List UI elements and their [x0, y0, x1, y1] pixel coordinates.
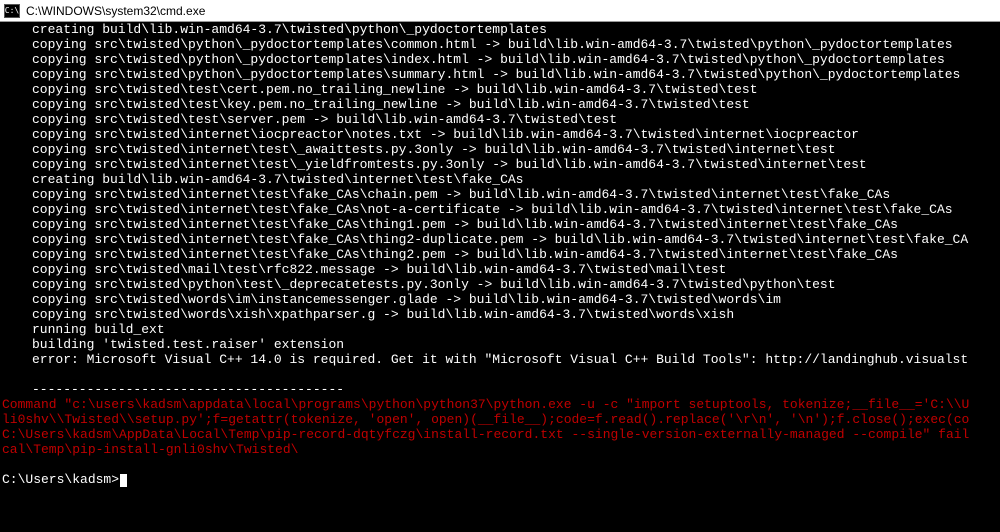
console-line: running build_ext — [2, 322, 998, 337]
console-line: Command "c:\users\kadsm\appdata\local\pr… — [2, 397, 998, 412]
console-output[interactable]: creating build\lib.win-amd64-3.7\twisted… — [0, 22, 1000, 532]
console-line — [2, 457, 998, 472]
console-line: copying src\twisted\python\test\_depreca… — [2, 277, 998, 292]
console-line: copying src\twisted\words\xish\xpathpars… — [2, 307, 998, 322]
console-line: copying src\twisted\internet\test\fake_C… — [2, 232, 998, 247]
console-line: ---------------------------------------- — [2, 382, 998, 397]
console-line: cal\Temp\pip-install-gnli0shv\Twisted\ — [2, 442, 998, 457]
console-line: copying src\twisted\internet\test\fake_C… — [2, 187, 998, 202]
cursor — [120, 474, 127, 487]
console-line: copying src\twisted\internet\test\fake_C… — [2, 217, 998, 232]
console-line: copying src\twisted\mail\test\rfc822.mes… — [2, 262, 998, 277]
cmd-icon-label: C:\ — [5, 6, 19, 15]
console-line: copying src\twisted\python\_pydoctortemp… — [2, 37, 998, 52]
console-line: error: Microsoft Visual C++ 14.0 is requ… — [2, 352, 998, 367]
window-title: C:\WINDOWS\system32\cmd.exe — [26, 4, 205, 18]
cmd-icon: C:\ — [4, 4, 20, 18]
console-line: copying src\twisted\internet\test\_yield… — [2, 157, 998, 172]
console-line: copying src\twisted\internet\test\fake_C… — [2, 202, 998, 217]
console-line: copying src\twisted\internet\iocpreactor… — [2, 127, 998, 142]
console-line: creating build\lib.win-amd64-3.7\twisted… — [2, 172, 998, 187]
console-line: copying src\twisted\test\server.pem -> b… — [2, 112, 998, 127]
prompt-text: C:\Users\kadsm> — [2, 472, 119, 487]
console-line: li0shv\\Twisted\\setup.py';f=getattr(tok… — [2, 412, 998, 427]
console-line: copying src\twisted\python\_pydoctortemp… — [2, 52, 998, 67]
titlebar[interactable]: C:\ C:\WINDOWS\system32\cmd.exe — [0, 0, 1000, 22]
cmd-window: C:\ C:\WINDOWS\system32\cmd.exe creating… — [0, 0, 1000, 532]
console-line: copying src\twisted\internet\test\_await… — [2, 142, 998, 157]
console-line: copying src\twisted\words\im\instancemes… — [2, 292, 998, 307]
console-line: copying src\twisted\test\key.pem.no_trai… — [2, 97, 998, 112]
console-line: copying src\twisted\test\cert.pem.no_tra… — [2, 82, 998, 97]
console-line: copying src\twisted\internet\test\fake_C… — [2, 247, 998, 262]
console-line: C:\Users\kadsm\AppData\Local\Temp\pip-re… — [2, 427, 998, 442]
console-line — [2, 367, 998, 382]
console-line: copying src\twisted\python\_pydoctortemp… — [2, 67, 998, 82]
prompt-line[interactable]: C:\Users\kadsm> — [2, 472, 998, 487]
console-line: building 'twisted.test.raiser' extension — [2, 337, 998, 352]
console-line: creating build\lib.win-amd64-3.7\twisted… — [2, 22, 998, 37]
